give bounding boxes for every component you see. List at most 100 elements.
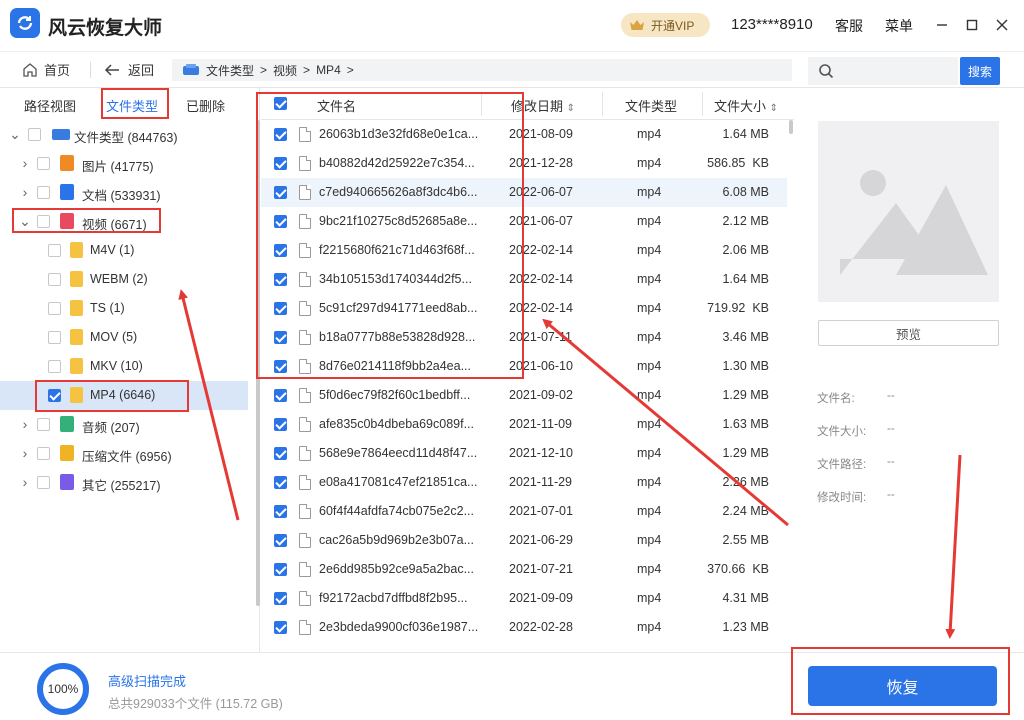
row-checkbox[interactable] (274, 331, 287, 344)
table-row[interactable]: f2215680f621c71d463f68f... 2022-02-14 mp4 2… (261, 236, 787, 265)
search-input[interactable] (808, 57, 958, 85)
collapse-caret-icon[interactable]: › (20, 445, 30, 461)
tree-checkbox[interactable] (48, 273, 61, 286)
tree-item[interactable]: › 其它 (255217) (0, 468, 248, 497)
tree-checkbox[interactable] (48, 331, 61, 344)
row-checkbox[interactable] (274, 418, 287, 431)
tree-checkbox[interactable] (37, 157, 50, 170)
collapse-caret-icon[interactable]: › (20, 184, 30, 200)
table-scrollbar[interactable] (789, 120, 793, 134)
tree-item[interactable]: › 文档 (533931) (0, 178, 248, 207)
expand-caret-icon[interactable]: ⌄ (19, 213, 31, 229)
column-header-type[interactable]: 文件类型 (625, 96, 677, 115)
row-checkbox[interactable] (274, 592, 287, 605)
column-header-date[interactable]: 修改日期 ⇕ (511, 96, 575, 115)
column-divider[interactable] (602, 92, 603, 116)
tree-checkbox[interactable] (28, 128, 41, 141)
column-header-name[interactable]: 文件名 (317, 96, 356, 115)
menu-button[interactable]: 菜单 (885, 16, 913, 36)
table-row[interactable]: 5f0d6ec79f82f60c1bedbff... 2021-09-02 mp4 1… (261, 381, 787, 410)
row-checkbox[interactable] (274, 244, 287, 257)
sidebar-scrollbar[interactable] (256, 120, 260, 606)
tree-item[interactable]: MKV (10) (0, 352, 248, 381)
table-row[interactable]: 9bc21f10275c8d52685a8e... 2021-06-07 mp4 2.… (261, 207, 787, 236)
table-row[interactable]: 568e9e7864eecd11d48f47... 2021-12-10 mp4 1.… (261, 439, 787, 468)
breadcrumb-item[interactable]: 视频 (273, 62, 297, 79)
row-checkbox[interactable] (274, 447, 287, 460)
column-header-size[interactable]: 文件大小 ⇕ (714, 96, 778, 115)
tree-item[interactable]: WEBM (2) (0, 265, 248, 294)
account-label[interactable]: 123****8910 (731, 16, 813, 33)
row-checkbox[interactable] (274, 186, 287, 199)
table-row[interactable]: 5c91cf297d941771eed8ab... 2022-02-14 mp4 71… (261, 294, 787, 323)
table-row[interactable]: 34b105153d1740344d2f5... 2022-02-14 mp4 1.6… (261, 265, 787, 294)
tree-item[interactable]: ⌄ 文件类型 (844763) (0, 120, 248, 149)
breadcrumb-item[interactable]: MP4 (316, 63, 341, 77)
row-checkbox[interactable] (274, 505, 287, 518)
tree-item[interactable]: › 压缩文件 (6956) (0, 439, 248, 468)
row-checkbox[interactable] (274, 302, 287, 315)
vip-button[interactable]: 开通VIP (621, 13, 710, 37)
column-divider[interactable] (702, 92, 703, 116)
tree-checkbox[interactable] (37, 447, 50, 460)
tree-checkbox[interactable] (37, 476, 50, 489)
row-checkbox[interactable] (274, 215, 287, 228)
tree-item-label: MKV (10) (90, 359, 143, 373)
tree-item[interactable]: MP4 (6646) (0, 381, 248, 410)
tree-checkbox[interactable] (48, 360, 61, 373)
service-button[interactable]: 客服 (835, 16, 863, 36)
expand-caret-icon[interactable]: ⌄ (9, 126, 21, 142)
table-row[interactable]: cac26a5b9d969b2e3b07a... 2021-06-29 mp4 2.5… (261, 526, 787, 555)
row-checkbox[interactable] (274, 157, 287, 170)
search-button[interactable]: 搜索 (960, 57, 1000, 85)
tree-item[interactable]: TS (1) (0, 294, 248, 323)
table-row[interactable]: 2e3bdeda9900cf036e1987... 2022-02-28 mp4 1.… (261, 613, 787, 642)
preview-button[interactable]: 预览 (818, 320, 999, 346)
tree-checkbox[interactable] (37, 186, 50, 199)
column-divider[interactable] (481, 92, 482, 116)
tab-deleted[interactable]: 已删除 (186, 96, 225, 115)
tree-checkbox[interactable] (37, 418, 50, 431)
tree-item[interactable]: MOV (5) (0, 323, 248, 352)
table-row[interactable]: f92172acbd7dffbd8f2b95... 2021-09-09 mp4 4.… (261, 584, 787, 613)
tree-checkbox[interactable] (48, 389, 61, 402)
tab-path-view[interactable]: 路径视图 (24, 96, 76, 115)
tree-item[interactable]: › 图片 (41775) (0, 149, 248, 178)
tree-item[interactable]: › 音频 (207) (0, 410, 248, 439)
select-all-checkbox[interactable] (274, 97, 287, 110)
breadcrumb-item[interactable]: 文件类型 (206, 62, 254, 79)
tree-item[interactable]: M4V (1) (0, 236, 248, 265)
row-checkbox[interactable] (274, 621, 287, 634)
table-row[interactable]: 60f4f44afdfa74cb075e2c2... 2021-07-01 mp4 2… (261, 497, 787, 526)
row-checkbox[interactable] (274, 360, 287, 373)
tree-item[interactable]: ⌄ 视频 (6671) (0, 207, 248, 236)
maximize-icon[interactable] (963, 16, 981, 34)
row-checkbox[interactable] (274, 128, 287, 141)
row-checkbox[interactable] (274, 273, 287, 286)
table-row[interactable]: 8d76e0214118f9bb2a4ea... 2021-06-10 mp4 1.3… (261, 352, 787, 381)
table-row[interactable]: 2e6dd985b92ce9a5a2bac... 2021-07-21 mp4 370… (261, 555, 787, 584)
row-checkbox[interactable] (274, 389, 287, 402)
tree-checkbox[interactable] (37, 215, 50, 228)
tab-file-type[interactable]: 文件类型 (106, 96, 158, 115)
table-row[interactable]: c7ed940665626a8f3dc4b6... 2022-06-07 mp4 6.… (261, 178, 787, 207)
home-button[interactable]: 首页 (22, 60, 70, 79)
row-checkbox[interactable] (274, 563, 287, 576)
close-icon[interactable] (993, 16, 1011, 34)
table-row[interactable]: e08a417081c47ef21851ca... 2021-11-29 mp4 2.… (261, 468, 787, 497)
table-row[interactable]: b40882d42d25922e7c354... 2021-12-28 mp4 586… (261, 149, 787, 178)
tree-checkbox[interactable] (48, 244, 61, 257)
table-row[interactable]: b18a0777b88e53828d928... 2021-07-11 mp4 3.4… (261, 323, 787, 352)
table-row[interactable]: 26063b1d3e32fd68e0e1ca... 2021-08-09 mp4 1.… (261, 120, 787, 149)
collapse-caret-icon[interactable]: › (20, 416, 30, 432)
progress-percent: 100% (47, 682, 79, 696)
recover-button[interactable]: 恢复 (808, 666, 997, 706)
table-row[interactable]: afe835c0b4dbeba69c089f... 2021-11-09 mp4 1.… (261, 410, 787, 439)
collapse-caret-icon[interactable]: › (20, 474, 30, 490)
row-checkbox[interactable] (274, 534, 287, 547)
back-button[interactable]: 返回 (104, 60, 154, 79)
collapse-caret-icon[interactable]: › (20, 155, 30, 171)
minimize-icon[interactable] (933, 16, 951, 34)
row-checkbox[interactable] (274, 476, 287, 489)
tree-checkbox[interactable] (48, 302, 61, 315)
